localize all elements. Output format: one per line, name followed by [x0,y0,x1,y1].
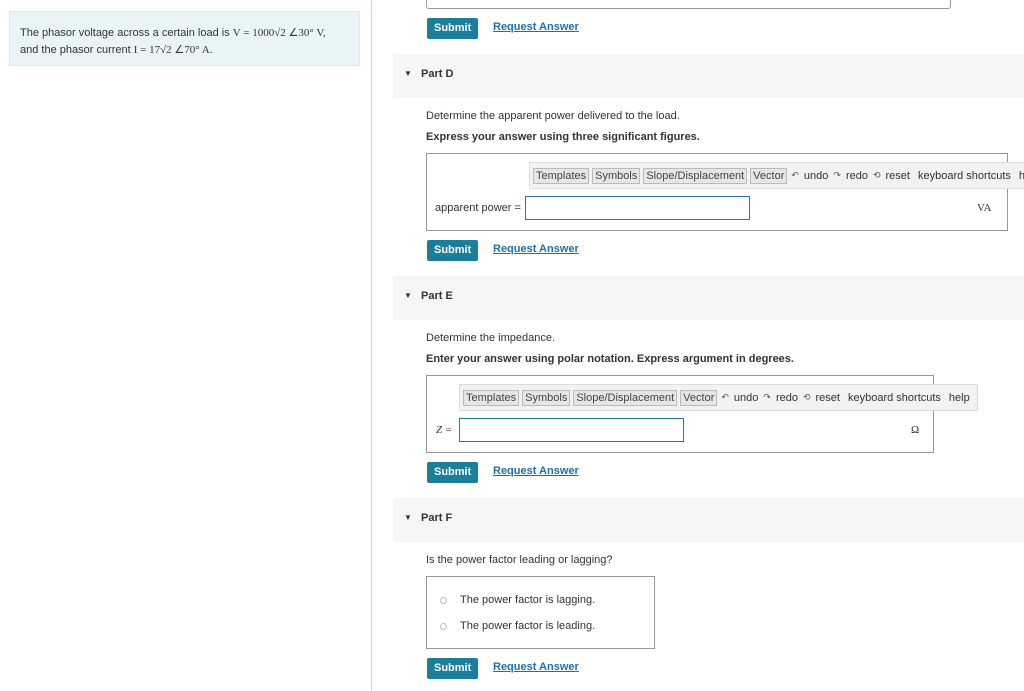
keyboard-shortcuts-button[interactable]: keyboard shortcuts [848,392,941,404]
slope-button[interactable]: Slope/Displacement [573,389,678,406]
part-d-title: Part D [421,68,454,80]
request-answer-link-partD[interactable]: Request Answer [493,239,579,260]
submit-button-partD[interactable]: Submit [427,240,479,261]
part-f-prompt: Is the power factor leading or lagging? [426,554,613,566]
column-divider [371,0,372,691]
redo-icon: ↷ [833,170,841,180]
request-answer-link-partC[interactable]: Request Answer [493,17,579,38]
undo-button[interactable]: undo [804,170,828,182]
part-f-title: Part F [421,512,453,524]
problem-line-1: The phasor voltage across a certain load… [20,27,326,39]
symbols-button[interactable]: Symbols [592,167,641,184]
option-lagging[interactable]: The power factor is lagging. [440,594,595,606]
part-f-header[interactable]: ▼ Part F [393,498,1024,542]
redo-button[interactable]: redo [776,392,798,404]
redo-icon: ↷ [763,392,771,402]
keyboard-shortcuts-button[interactable]: keyboard shortcuts [918,170,1011,182]
undo-icon: ↶ [791,170,799,180]
reset-button[interactable]: reset [816,392,840,404]
caret-down-icon: ▼ [404,513,412,522]
part-d-instruction: Express your answer using three signific… [426,131,700,143]
impedance-input[interactable] [459,418,684,442]
problem-statement: The phasor voltage across a certain load… [9,11,360,66]
part-e-label: Z = [436,424,453,436]
part-d-prompt: Determine the apparent power delivered t… [426,110,680,122]
part-e-toolbar: Templates Symbols Slope/Displacement Vec… [459,384,978,411]
part-e-prompt: Determine the impedance. [426,332,556,344]
part-e-title: Part E [421,290,453,302]
part-f-choices: The power factor is lagging. The power f… [426,576,655,649]
reset-icon: ⟲ [802,392,811,402]
part-e-answer-box: Templates Symbols Slope/Displacement Vec… [426,375,978,453]
apparent-power-input[interactable] [525,196,750,220]
vector-button[interactable]: Vector [750,167,788,184]
request-answer-link-partE[interactable]: Request Answer [493,461,579,482]
part-e-header[interactable]: ▼ Part E [393,276,1024,320]
vector-button[interactable]: Vector [680,389,718,406]
help-button[interactable]: help [1019,170,1024,182]
option-leading[interactable]: The power factor is leading. [440,620,595,632]
previous-answer-box [426,0,951,9]
undo-button[interactable]: undo [734,392,758,404]
reset-button[interactable]: reset [886,170,910,182]
submit-button-partC[interactable]: Submit [427,18,479,39]
templates-button[interactable]: Templates [463,389,520,406]
part-d-header[interactable]: ▼ Part D [393,54,1024,98]
radio-button[interactable] [440,596,447,604]
request-answer-link-partF[interactable]: Request Answer [493,657,579,678]
submit-button-partE[interactable]: Submit [427,462,479,483]
problem-line-2: and the phasor current I = 17√2 ∠70° A. [20,44,213,56]
undo-icon: ↶ [721,392,729,402]
part-e-unit: Ω [911,424,920,436]
redo-button[interactable]: redo [846,170,868,182]
option-leading-label: The power factor is leading. [460,620,596,632]
help-button[interactable]: help [949,392,970,404]
radio-button[interactable] [440,622,447,630]
caret-down-icon: ▼ [404,69,412,78]
part-e-instruction: Enter your answer using polar notation. … [426,353,794,365]
caret-down-icon: ▼ [404,291,412,300]
reset-icon: ⟲ [872,170,881,180]
symbols-button[interactable]: Symbols [522,389,571,406]
submit-button-partF[interactable]: Submit [427,658,479,679]
slope-button[interactable]: Slope/Displacement [643,167,748,184]
templates-button[interactable]: Templates [533,167,590,184]
part-d-toolbar: Templates Symbols Slope/Displacement Vec… [529,162,1024,189]
part-d-answer-box: Templates Symbols Slope/Displacement Vec… [426,153,1024,231]
part-d-unit: VA [977,202,992,214]
option-lagging-label: The power factor is lagging. [460,594,596,606]
part-d-label: apparent power = [435,202,521,214]
